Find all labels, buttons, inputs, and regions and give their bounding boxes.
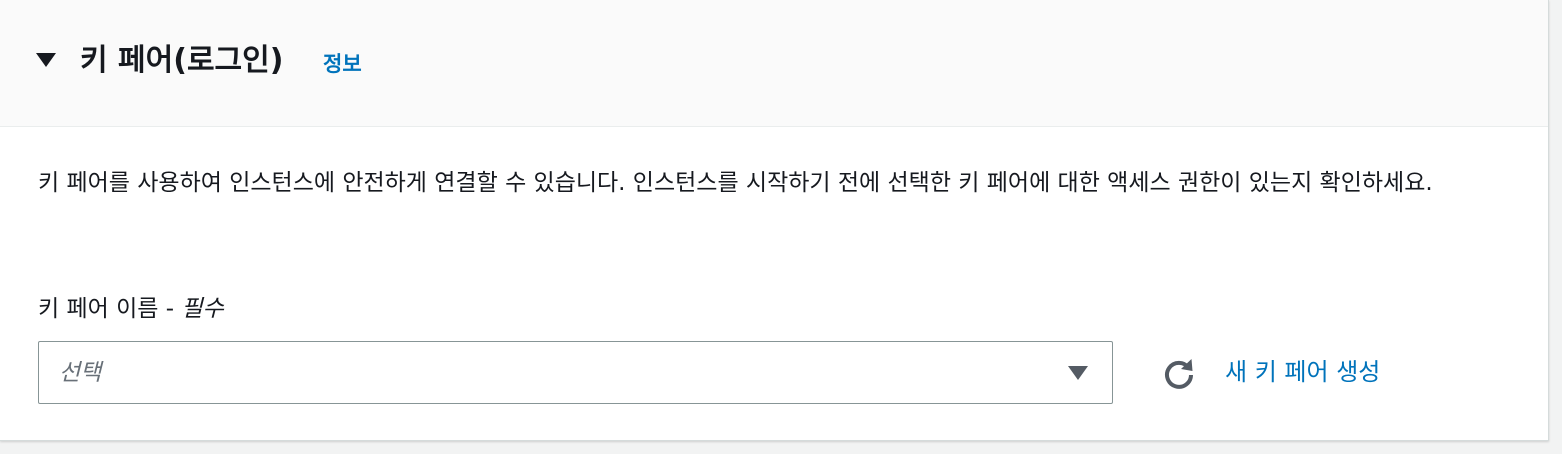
- key-pair-panel: 키 페어(로그인) 정보 키 페어를 사용하여 인스턴스에 안전하게 연결할 수…: [0, 0, 1549, 441]
- create-key-pair-link[interactable]: 새 키 페어 생성: [1225, 355, 1380, 389]
- key-pair-select-placeholder: 선택: [59, 360, 102, 386]
- key-pair-select[interactable]: 선택: [38, 341, 1113, 404]
- refresh-icon[interactable]: [1160, 354, 1198, 392]
- expand-caret-icon[interactable]: [36, 53, 56, 67]
- section-title: 키 페어(로그인): [80, 43, 284, 78]
- info-link[interactable]: 정보: [323, 49, 362, 79]
- required-indicator: 필수: [181, 296, 224, 322]
- panel-header[interactable]: 키 페어(로그인) 정보: [0, 0, 1548, 127]
- key-pair-name-label-text: 키 페어 이름 -: [38, 296, 182, 322]
- dropdown-caret-icon: [1068, 366, 1088, 380]
- section-description: 키 페어를 사용하여 인스턴스에 안전하게 연결할 수 있습니다. 인스턴스를 …: [38, 170, 1433, 196]
- key-pair-name-label: 키 페어 이름 - 필수: [38, 292, 224, 326]
